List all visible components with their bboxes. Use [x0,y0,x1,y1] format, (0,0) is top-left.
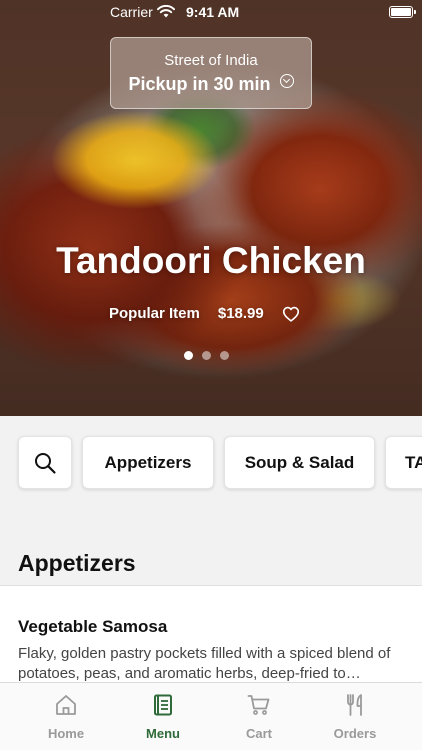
tab-label: Orders [333,726,377,741]
tab-bar: Home Menu Cart Orders [0,682,422,750]
tab-home[interactable]: Home [18,683,114,750]
section-title: Appetizers [18,550,136,576]
carousel-indicator[interactable] [184,351,229,360]
tab-label: Cart [245,726,272,741]
search-icon [35,452,56,474]
menu-item-name: Vegetable Samosa [18,617,168,636]
carousel-dot[interactable] [220,351,229,360]
featured-price: $18.99 [217,305,264,322]
heart-icon[interactable] [282,306,300,322]
menu-item[interactable]: Vegetable Samosa Flaky, golden pastry po… [0,586,422,686]
cart-icon [247,695,270,715]
popular-tag: Popular Item [109,305,200,322]
tab-menu[interactable]: Menu [115,683,211,750]
tab-label: Home [47,726,85,741]
section-header: Appetizers [0,508,422,586]
wifi-icon [157,5,175,18]
category-chip[interactable]: TA [385,436,422,489]
pickup-location-selector[interactable]: Street of India Pickup in 30 min [110,37,312,109]
category-bar: Appetizers Soup & Salad TA [0,416,422,508]
pickup-time-label: Pickup in 30 min [128,74,271,94]
category-chip[interactable]: Appetizers [82,436,214,489]
carousel-dot[interactable] [202,351,211,360]
pickup-time: Pickup in 30 min [111,74,311,95]
home-icon [56,695,76,715]
featured-item-meta: Popular Item $18.99 [109,305,300,322]
chevron-down-icon [279,74,294,88]
fork-knife-icon [347,694,362,716]
carrier-label: Carrier [110,4,153,20]
category-chip[interactable]: Soup & Salad [224,436,375,489]
battery-icon [389,6,416,18]
featured-item-title: Tandoori Chicken [56,240,366,281]
hero-banner[interactable]: Carrier 9:41 AM Street of India Pickup i… [0,0,422,416]
tab-orders[interactable]: Orders [307,683,403,750]
carousel-dot[interactable] [184,351,193,360]
tab-cart[interactable]: Cart [211,683,307,750]
menu-item-description: Flaky, golden pastry pockets filled with… [18,645,391,682]
menu-book-icon [154,694,172,716]
restaurant-name: Street of India [164,52,258,69]
status-bar: Carrier 9:41 AM [0,0,422,24]
search-button[interactable] [18,436,72,489]
tab-label: Menu [146,726,180,741]
status-time: 9:41 AM [186,4,240,20]
